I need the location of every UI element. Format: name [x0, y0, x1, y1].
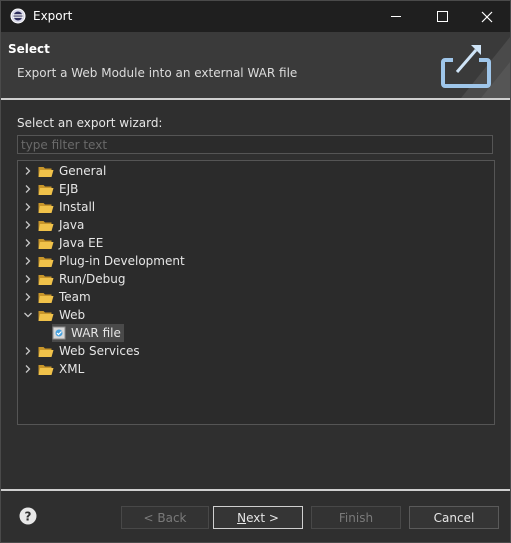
tree-item-xml[interactable]: XML: [22, 360, 84, 378]
chevron-right-icon[interactable]: [22, 255, 34, 267]
tree-item-java-ee[interactable]: Java EE: [22, 234, 103, 252]
tree-item-war-file[interactable]: WAR file: [52, 324, 124, 342]
tree-item-install[interactable]: Install: [22, 198, 95, 216]
chevron-right-icon[interactable]: [22, 237, 34, 249]
chevron-right-icon[interactable]: [22, 291, 34, 303]
tree-item-label: Plug-in Development: [59, 254, 185, 268]
folder-icon: [38, 165, 54, 178]
chevron-right-icon[interactable]: [22, 219, 34, 231]
chevron-right-icon[interactable]: [22, 183, 34, 195]
export-wizard-banner-icon: [441, 37, 510, 98]
folder-icon: [38, 309, 54, 322]
folder-icon: [38, 291, 54, 304]
wizard-tree[interactable]: General EJB Install Java Java EE Plug-in Deve…: [17, 160, 495, 425]
folder-icon: [38, 219, 54, 232]
chevron-right-icon[interactable]: [22, 201, 34, 213]
finish-button[interactable]: Finish: [311, 506, 401, 529]
tree-item-team[interactable]: Team: [22, 288, 91, 306]
back-button[interactable]: < Back: [121, 506, 209, 529]
folder-icon: [38, 273, 54, 286]
close-icon: [481, 11, 493, 22]
cancel-button[interactable]: Cancel: [409, 506, 499, 529]
header-separator: [1, 98, 510, 100]
folder-icon: [38, 201, 54, 214]
folder-icon: [38, 345, 54, 358]
export-dialog: Export Select Export a Web Module into a…: [0, 0, 511, 543]
tree-item-web-services[interactable]: Web Services: [22, 342, 140, 360]
folder-icon: [38, 237, 54, 250]
eclipse-app-icon: [10, 8, 26, 24]
next-label-rest: ext >: [246, 510, 279, 525]
chevron-down-icon[interactable]: [22, 309, 34, 321]
tree-item-label: Team: [59, 290, 91, 304]
tree-item-java[interactable]: Java: [22, 216, 84, 234]
filter-input[interactable]: [17, 135, 493, 154]
next-button[interactable]: Next >: [213, 506, 303, 529]
war-file-icon: [52, 326, 66, 340]
tree-item-general[interactable]: General: [22, 162, 106, 180]
folder-icon: [38, 183, 54, 196]
tree-item-plug-in-development[interactable]: Plug-in Development: [22, 252, 185, 270]
wizard-header: Select Export a Web Module into an exter…: [1, 32, 510, 98]
wizard-list-label: Select an export wizard:: [17, 116, 163, 130]
tree-item-run-debug[interactable]: Run/Debug: [22, 270, 126, 288]
tree-item-label: Web Services: [59, 344, 140, 358]
tree-item-label: Java: [59, 218, 85, 232]
maximize-icon: [436, 11, 448, 22]
minimize-button[interactable]: [373, 1, 419, 32]
help-icon[interactable]: ?: [19, 507, 37, 525]
folder-icon: [38, 255, 54, 268]
tree-item-label: Java EE: [59, 236, 104, 250]
minimize-icon: [391, 16, 401, 17]
footer-separator: [1, 489, 510, 491]
tree-item-ejb[interactable]: EJB: [22, 180, 78, 198]
tree-item-label: WAR file: [71, 326, 121, 340]
tree-item-label: Run/Debug: [59, 272, 126, 286]
tree-item-label: Install: [59, 200, 96, 214]
svg-text:?: ?: [25, 510, 32, 524]
chevron-right-icon[interactable]: [22, 165, 34, 177]
tree-item-label: Web: [59, 308, 86, 322]
maximize-button[interactable]: [419, 1, 465, 32]
tree-item-label: EJB: [59, 182, 79, 196]
chevron-right-icon[interactable]: [22, 345, 34, 357]
folder-icon: [38, 363, 54, 376]
page-title: Select: [8, 42, 50, 56]
close-button[interactable]: [464, 1, 510, 32]
tree-item-label: General: [59, 164, 107, 178]
chevron-right-icon[interactable]: [22, 273, 34, 285]
window-title: Export: [33, 9, 73, 23]
next-mnemonic: N: [237, 510, 247, 525]
tree-item-label: XML: [59, 362, 85, 376]
title-bar: Export: [1, 1, 510, 32]
chevron-right-icon[interactable]: [22, 363, 34, 375]
page-description: Export a Web Module into an external WAR…: [17, 66, 298, 80]
tree-item-web[interactable]: Web: [22, 306, 85, 324]
